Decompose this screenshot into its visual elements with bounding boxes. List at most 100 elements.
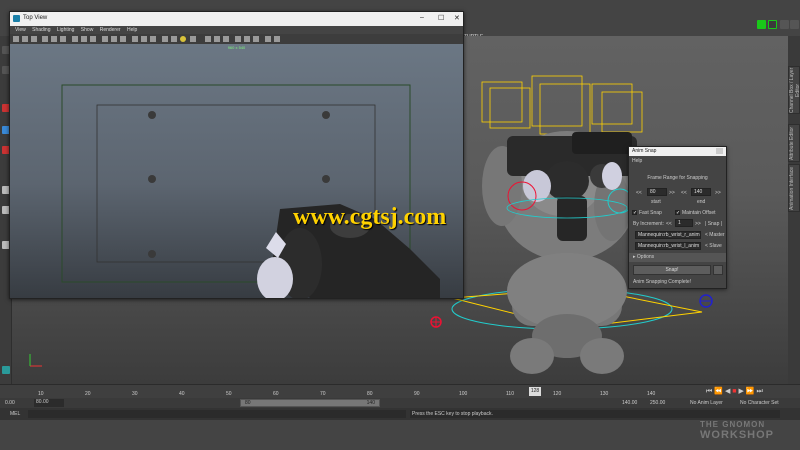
maya-window-icon [13, 15, 20, 22]
start-prev-button[interactable]: << [636, 190, 642, 196]
anim-snap-titlebar[interactable]: Anim Snap [629, 147, 726, 156]
play-forward-icon[interactable]: ▶ [738, 388, 743, 395]
start-next-button[interactable]: >> [669, 190, 675, 196]
mel-label[interactable]: MEL [10, 411, 20, 417]
anim-snap-title: Anim Snap [632, 148, 657, 154]
anim-snap-window[interactable]: Anim Snap Help Frame Range for Snapping … [628, 146, 727, 289]
playback-end-field[interactable]: 140.00 [622, 400, 637, 406]
start-frame-field[interactable]: 80 [647, 188, 667, 196]
play-back-icon[interactable]: ◀ [725, 388, 730, 395]
top-view-menubar: View Shading Lighting Show Renderer Help [10, 26, 463, 34]
tick-label: 10 [38, 391, 44, 397]
increment-prev-button[interactable]: << [666, 221, 672, 227]
layout-icon[interactable] [768, 20, 777, 29]
tab-attribute-editor[interactable]: Attribute Editor [788, 124, 800, 162]
time-slider[interactable]: 10 20 30 40 50 60 70 80 90 100 110 120 1… [0, 384, 800, 399]
range-slider-end-label: 140 [366, 400, 375, 406]
gnomon-logo-line2: WORKSHOP [700, 429, 774, 441]
menu-help[interactable]: Help [127, 27, 137, 33]
tick-label: 70 [320, 391, 326, 397]
playback-start-field[interactable]: 80.00 [34, 399, 64, 407]
command-feedback: Press the ESC key to stop playback. [410, 410, 780, 418]
end-next-button[interactable]: >> [715, 190, 721, 196]
increment-next-button[interactable]: >> [695, 221, 701, 227]
watermark-text: www.cgtsj.com [293, 204, 447, 230]
master-field[interactable]: Mannequin:rb_wrist_r_anim [635, 231, 701, 239]
options-section[interactable]: ▸ Options [629, 253, 726, 262]
menu-shading[interactable]: Shading [32, 27, 50, 33]
top-view-titlebar[interactable]: Top View – ☐ ✕ [10, 12, 463, 26]
master-button[interactable]: < Master [705, 232, 725, 238]
tick-label: 50 [226, 391, 232, 397]
tick-label: 140 [647, 391, 656, 397]
menu-lighting[interactable]: Lighting [57, 27, 75, 33]
range-slider[interactable]: 80 140 [240, 399, 380, 407]
snap-bracket-label: | Snap | [705, 221, 723, 227]
settings-icon[interactable] [790, 20, 799, 29]
tick-label: 90 [414, 391, 420, 397]
anim-snap-help-menu[interactable]: Help [629, 158, 726, 164]
stop-icon[interactable]: ■ [732, 388, 736, 395]
range-slider-start-label: 80 [245, 400, 251, 406]
tab-channel-box[interactable]: Channel Box / Layer Editor [788, 66, 800, 114]
maintain-offset-label: Maintain Offset [682, 210, 716, 216]
command-line: MEL Press the ESC key to stop playback. [0, 408, 800, 420]
outliner-icon[interactable] [2, 366, 10, 374]
slave-field[interactable]: Mannequin:rb_wrist_l_anim [635, 242, 701, 250]
range-slider-bar: 0.00 80.00 80 140 140.00 250.00 No Anim … [0, 398, 800, 408]
step-back-icon[interactable]: ⏪ [714, 388, 723, 395]
go-to-end-icon[interactable]: ⏭ [756, 388, 762, 395]
go-to-start-icon[interactable]: ⏮ [706, 388, 712, 395]
tick-label: 130 [600, 391, 609, 397]
close-icon[interactable]: ✕ [454, 14, 460, 22]
panel-icon[interactable] [780, 20, 789, 29]
minimize-icon[interactable]: – [420, 14, 424, 21]
tab-animation-interface[interactable]: Animation Interface [788, 164, 800, 212]
end-frame-field[interactable]: 140 [691, 188, 711, 196]
bottom-area: THE GNOMON WORKSHOP [0, 420, 800, 450]
fast-snap-label: Fast Snap [639, 210, 662, 216]
tick-label: 30 [132, 391, 138, 397]
workspace-icon[interactable] [757, 20, 766, 29]
tick-label: 120 [553, 391, 562, 397]
top-view-viewport[interactable]: 960 x 540 [10, 44, 463, 298]
tab-attribute-editor-label: Attribute Editor [789, 126, 795, 160]
snap-button[interactable]: Snap! [633, 265, 711, 275]
character-set-selector[interactable]: No Character Set [740, 400, 779, 406]
increment-label: By Increment: [633, 221, 664, 227]
increment-field[interactable]: 1 [675, 219, 693, 227]
tick-label: 80 [367, 391, 373, 397]
current-frame-indicator[interactable]: 128 [529, 387, 541, 396]
tick-label: 20 [85, 391, 91, 397]
status-message: Anim Snapping Complete! [633, 279, 692, 285]
animation-end-field[interactable]: 250.00 [650, 400, 665, 406]
tick-label: 60 [273, 391, 279, 397]
top-view-window[interactable]: Top View – ☐ ✕ View Shading Lighting Sho… [9, 11, 464, 299]
top-view-toolbar [10, 34, 463, 44]
tick-label: 100 [459, 391, 468, 397]
step-forward-icon[interactable]: ⏩ [746, 388, 755, 395]
frame-range-label: Frame Range for Snapping [647, 175, 708, 181]
slave-button[interactable]: < Slave [705, 243, 722, 249]
anim-layer-selector[interactable]: No Anim Layer [690, 400, 723, 406]
options-label: Options [636, 254, 655, 260]
tab-channel-box-label: Channel Box / Layer Editor [789, 67, 800, 113]
snap-settings-icon[interactable] [713, 265, 723, 275]
maintain-offset-checkbox[interactable]: ✓ [675, 210, 680, 216]
fast-snap-checkbox[interactable]: ✓ [632, 210, 637, 216]
tick-label: 40 [179, 391, 185, 397]
menu-renderer[interactable]: Renderer [100, 27, 121, 33]
tick-label: 110 [506, 391, 514, 397]
right-tab-bar: Channel Box / Layer Editor Attribute Edi… [788, 36, 800, 384]
panel-toolbar-icons[interactable] [10, 34, 463, 44]
animation-start-field[interactable]: 0.00 [5, 400, 15, 406]
maximize-icon[interactable]: ☐ [438, 14, 444, 22]
end-label: end [697, 199, 706, 205]
menu-view[interactable]: View [15, 27, 26, 33]
command-input[interactable] [28, 410, 406, 418]
top-view-title: Top View [23, 15, 48, 21]
anim-snap-close-icon[interactable] [716, 148, 723, 154]
menu-show[interactable]: Show [81, 27, 94, 33]
end-prev-button[interactable]: << [681, 190, 687, 196]
top-view-scene [61, 84, 440, 298]
